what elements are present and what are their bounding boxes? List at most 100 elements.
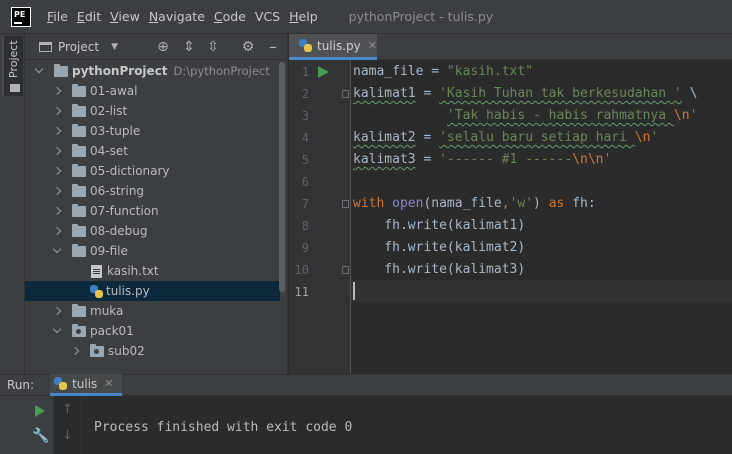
- menu-vcs[interactable]: VCS: [255, 9, 280, 24]
- line-number: 7: [301, 197, 309, 211]
- chevron-right-icon[interactable]: [52, 226, 62, 236]
- chevron-right-icon[interactable]: [52, 86, 62, 96]
- folder-icon: [72, 83, 86, 97]
- chevron-right-icon[interactable]: [52, 106, 62, 116]
- code-token: ,: [501, 196, 510, 211]
- tree-item-07-function[interactable]: 07-function: [25, 201, 280, 221]
- code-line: nama_file = "kasih.txt": [353, 61, 533, 83]
- menu-mnemonic: E: [76, 9, 85, 24]
- project-panel: Project ▼ ⊕ ⇕ ⇳ ⚙ – pythonProject D:\pyth…: [25, 34, 288, 374]
- tree-item-08-debug[interactable]: 08-debug: [25, 221, 280, 241]
- tree-scrollbar[interactable]: [279, 62, 285, 292]
- project-tool-tab[interactable]: Project: [2, 36, 23, 96]
- menu-code[interactable]: Code: [214, 9, 246, 24]
- folder-icon: [72, 243, 86, 257]
- code-token: (nama_file: [423, 196, 502, 211]
- tree-item-label: sub02: [108, 344, 145, 358]
- code-token: ': [603, 152, 612, 167]
- code-token: fh.write(kalimat2): [353, 240, 526, 255]
- code-token: fh.write(kalimat3): [353, 262, 526, 277]
- tree-item-04-set[interactable]: 04-set: [25, 141, 280, 161]
- tree-item-label: 02-list: [90, 104, 128, 118]
- code-token: open: [392, 196, 424, 211]
- tree-item-05-dictionary[interactable]: 05-dictionary: [25, 161, 280, 181]
- arrow-up-icon[interactable]: ↑: [62, 402, 73, 417]
- expand-all-icon[interactable]: ⇕: [181, 39, 197, 55]
- tree-item-label: kasih.txt: [107, 264, 159, 278]
- menu-items: File Edit View Navigate Code VCS Help: [47, 9, 327, 24]
- chevron-down-icon[interactable]: [52, 326, 62, 336]
- code-token: "kasih.txt": [446, 64, 534, 79]
- run-tab-tulis[interactable]: tulis ✕: [50, 374, 122, 396]
- menu-view[interactable]: View: [110, 9, 140, 24]
- code-line: with open(nama_file,'w') as fh:: [353, 193, 596, 215]
- window-title: pythonProject - tulis.py: [348, 9, 494, 24]
- code-token: \n\n: [572, 152, 604, 167]
- tree-item-label: 09-file: [90, 244, 128, 258]
- tree-item-sub02[interactable]: sub02: [25, 341, 280, 361]
- fold-marker-icon[interactable]: [342, 266, 349, 274]
- line-number: 6: [301, 175, 309, 189]
- rerun-icon[interactable]: [35, 405, 45, 417]
- gear-icon[interactable]: ⚙: [240, 39, 256, 55]
- tree-item-pack01[interactable]: pack01: [25, 321, 280, 341]
- chevron-right-icon[interactable]: [52, 146, 62, 156]
- chevron-right-icon[interactable]: [52, 206, 62, 216]
- code-token: 'Kasih Tuhan tak berkesudahan ': [439, 86, 682, 101]
- menu-mnemonic: H: [289, 9, 299, 24]
- run-icon[interactable]: [318, 66, 329, 78]
- menu-help[interactable]: Help: [289, 9, 318, 24]
- tree-item-01-awal[interactable]: 01-awal: [25, 81, 280, 101]
- tree-item-muka[interactable]: muka: [25, 301, 280, 321]
- chevron-right-icon[interactable]: [52, 166, 62, 176]
- code-line: fh.write(kalimat2): [353, 237, 525, 259]
- tree-item-kasih-txt[interactable]: kasih.txt: [25, 261, 280, 281]
- arrow-down-icon[interactable]: ↓: [62, 428, 73, 443]
- menu-mnemonic: F: [47, 9, 54, 24]
- current-line-highlight: [351, 280, 732, 302]
- locate-icon[interactable]: ⊕: [155, 39, 171, 55]
- line-number: 10: [294, 263, 309, 277]
- tree-item-label: 01-awal: [90, 84, 138, 98]
- editor-tab-tulis-py[interactable]: tulis.py ✕: [289, 34, 377, 60]
- logo-text: PE: [14, 9, 26, 19]
- wrench-icon[interactable]: 🔧: [32, 428, 49, 444]
- chevron-right-icon[interactable]: [52, 126, 62, 136]
- tree-item-09-file[interactable]: 09-file: [25, 241, 280, 261]
- collapse-all-icon[interactable]: ⇳: [205, 39, 221, 55]
- text-file-icon: [91, 264, 102, 278]
- tree-item-pythonproject[interactable]: pythonProject D:\pythonProject: [25, 61, 280, 81]
- run-console[interactable]: Process finished with exit code 0: [81, 396, 732, 454]
- chevron-right-icon[interactable]: [70, 346, 80, 356]
- chevron-right-icon[interactable]: [52, 186, 62, 196]
- code-token: with: [353, 196, 385, 211]
- close-icon[interactable]: ✕: [104, 377, 113, 390]
- tree-item-label: 05-dictionary: [90, 164, 170, 178]
- code-token: nama_file =: [353, 64, 447, 79]
- fold-marker-icon[interactable]: [342, 90, 349, 98]
- menu-edit[interactable]: Edit: [77, 9, 101, 24]
- tree-item-label: 07-function: [90, 204, 159, 218]
- tree-item-tulis-py[interactable]: tulis.py: [25, 281, 280, 301]
- chevron-right-icon[interactable]: [52, 306, 62, 316]
- menu-navigate[interactable]: Navigate: [149, 9, 205, 24]
- chevron-down-icon[interactable]: ▼: [111, 42, 118, 52]
- code-token: 'w': [509, 196, 534, 211]
- minimize-icon[interactable]: –: [265, 39, 281, 55]
- menu-file[interactable]: File: [47, 9, 68, 24]
- chevron-down-icon[interactable]: [34, 66, 44, 76]
- code-editor[interactable]: 1 2 3 4 5 6 7 8 9 10 11 nama_file = "kasih.txt" kal…: [289, 60, 732, 374]
- fold-marker-icon[interactable]: [342, 200, 349, 208]
- tree-item-03-tuple[interactable]: 03-tuple: [25, 121, 280, 141]
- folder-icon: [72, 303, 86, 317]
- line-number: 4: [301, 131, 309, 145]
- project-view-title[interactable]: Project: [58, 40, 99, 54]
- tree-item-06-string[interactable]: 06-string: [25, 181, 280, 201]
- close-icon[interactable]: ✕: [368, 39, 377, 52]
- code-token: kalimat1: [353, 86, 416, 101]
- package-folder-icon: [72, 323, 86, 337]
- code-token: ': [650, 130, 659, 145]
- tree-item-02-list[interactable]: 02-list: [25, 101, 280, 121]
- code-token: ': [689, 108, 698, 123]
- chevron-down-icon[interactable]: [52, 246, 62, 256]
